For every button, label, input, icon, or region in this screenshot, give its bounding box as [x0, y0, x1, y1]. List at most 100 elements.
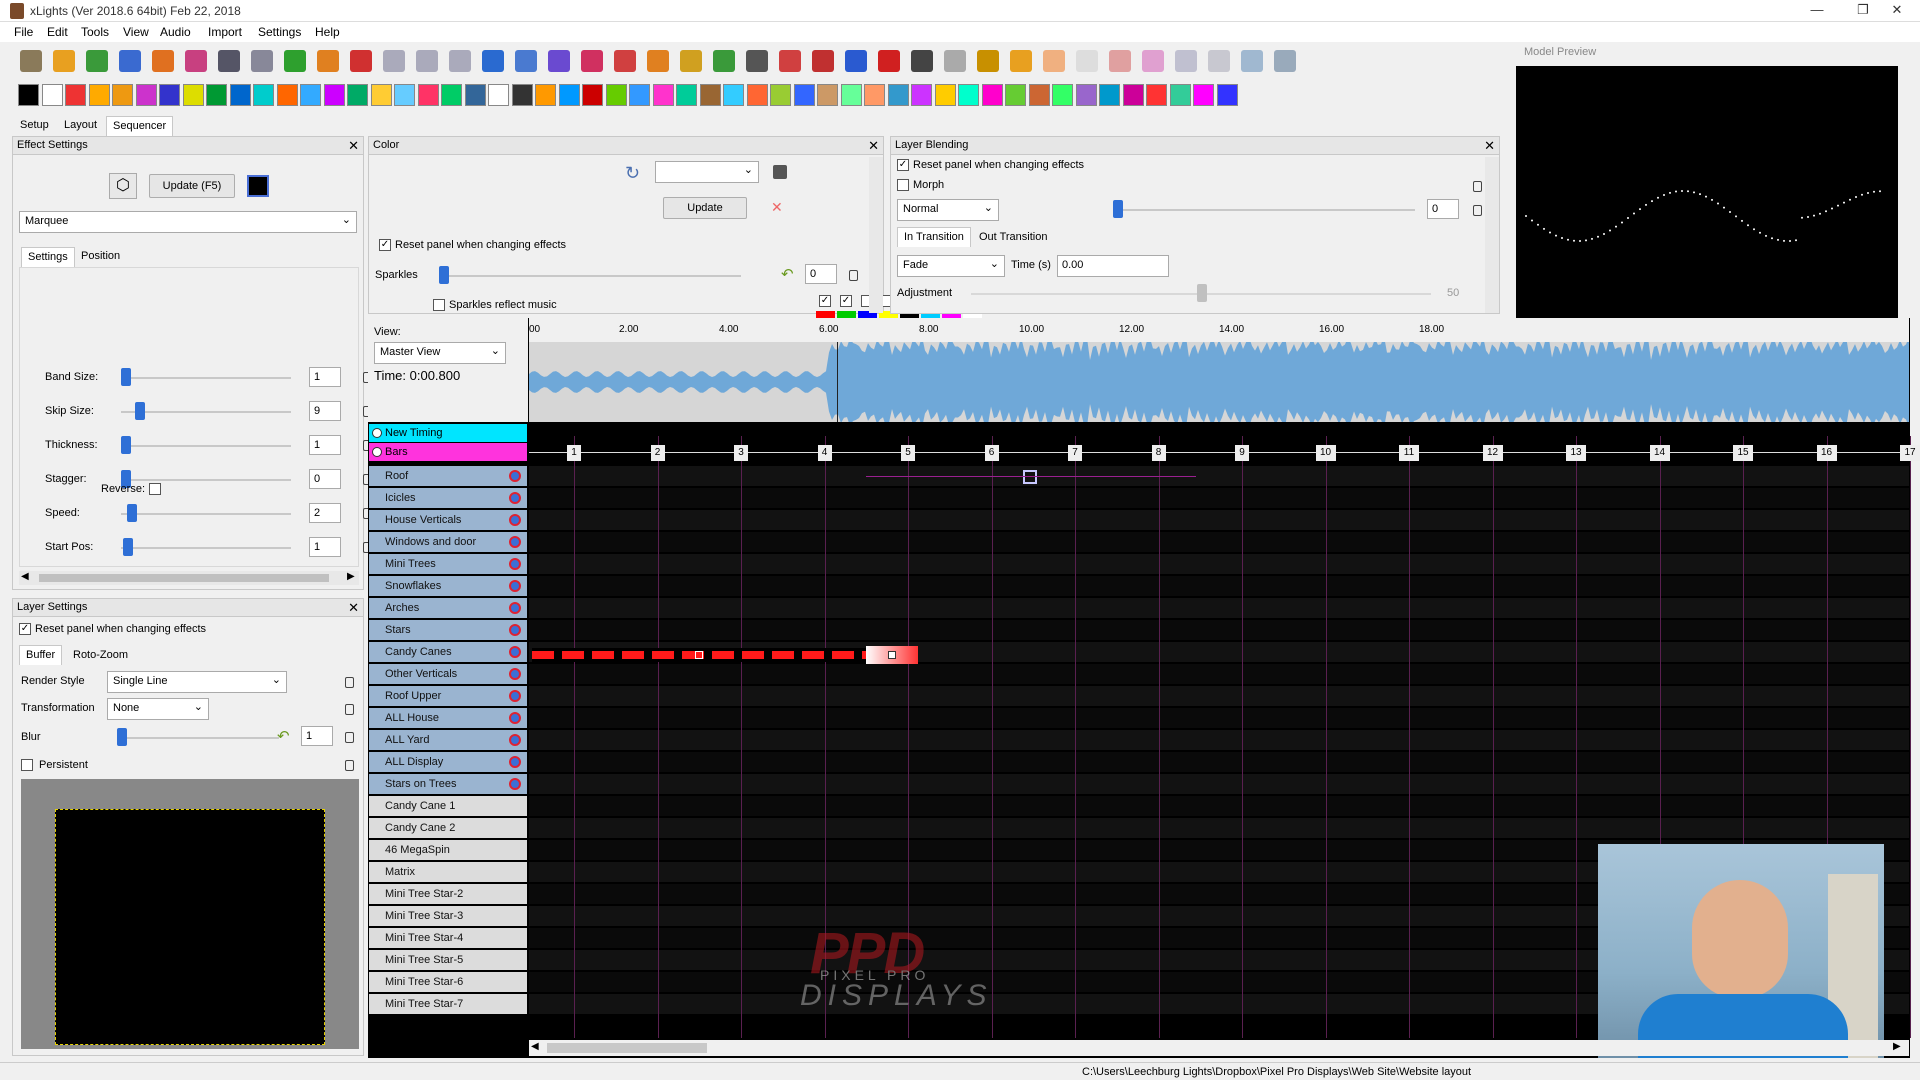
- effect-icon[interactable]: [864, 84, 885, 106]
- effect-icon[interactable]: [699, 84, 721, 106]
- effect-icon[interactable]: [1146, 84, 1167, 106]
- render-icon[interactable]: [509, 470, 521, 482]
- param-slider[interactable]: [121, 479, 291, 481]
- render-icon[interactable]: [509, 580, 521, 592]
- toolbar-button-icon[interactable]: [515, 50, 537, 72]
- render-icon[interactable]: [509, 602, 521, 614]
- blend-slider-thumb[interactable]: [1113, 200, 1123, 218]
- effect-icon[interactable]: [746, 84, 768, 106]
- scroll-right-icon[interactable]: ▶: [1893, 1041, 1901, 1052]
- toolbar-button-icon[interactable]: [53, 50, 75, 72]
- toolbar-button-icon[interactable]: [317, 50, 339, 72]
- model-row[interactable]: Mini Tree Star-4: [369, 928, 527, 948]
- model-row[interactable]: Arches: [369, 598, 527, 618]
- toolbar-button-icon[interactable]: [1241, 50, 1263, 72]
- toolbar-button-icon[interactable]: [911, 50, 933, 72]
- morph-checkbox[interactable]: [897, 179, 909, 191]
- effect-row[interactable]: [529, 818, 1909, 838]
- model-row[interactable]: 46 MegaSpin: [369, 840, 527, 860]
- param-slider[interactable]: [121, 513, 291, 515]
- undo-icon[interactable]: ↶: [781, 265, 794, 283]
- lock-icon[interactable]: [345, 760, 354, 771]
- param-value-field[interactable]: 1: [309, 367, 341, 387]
- param-slider-thumb[interactable]: [121, 368, 131, 386]
- toolbar-button-icon[interactable]: [779, 50, 801, 72]
- render-icon[interactable]: [509, 558, 521, 570]
- tab-setup[interactable]: Setup: [14, 116, 55, 136]
- effect-row[interactable]: [529, 466, 1909, 486]
- effect-icon[interactable]: [793, 84, 815, 106]
- toolbar-button-icon[interactable]: [1208, 50, 1230, 72]
- effect-icon[interactable]: [1216, 84, 1238, 106]
- toolbar-button-icon[interactable]: [581, 50, 603, 72]
- effect-icon[interactable]: [441, 84, 462, 106]
- adjustment-slider-thumb[interactable]: [1197, 284, 1207, 302]
- model-row[interactable]: ALL Display: [369, 752, 527, 772]
- param-slider-thumb[interactable]: [127, 504, 137, 522]
- effect-row[interactable]: [529, 620, 1909, 640]
- model-row[interactable]: Candy Canes: [369, 642, 527, 662]
- toolbar-button-icon[interactable]: [845, 50, 867, 72]
- tab-out-transition[interactable]: Out Transition: [973, 228, 1053, 248]
- toolbar-button-icon[interactable]: [977, 50, 999, 72]
- effect-icon[interactable]: [253, 84, 274, 106]
- model-row[interactable]: Roof Upper: [369, 686, 527, 706]
- toolbar-button-icon[interactable]: [548, 50, 570, 72]
- effect-icon[interactable]: [206, 84, 227, 106]
- effect-icon[interactable]: [582, 84, 603, 106]
- effect-icon[interactable]: [1052, 84, 1073, 106]
- save-icon[interactable]: [773, 165, 787, 179]
- buffer-preview-canvas[interactable]: [55, 809, 325, 1045]
- param-slider[interactable]: [121, 377, 291, 379]
- model-row[interactable]: Mini Tree Star-7: [369, 994, 527, 1014]
- render-icon[interactable]: [509, 690, 521, 702]
- effect-icon[interactable]: [1075, 84, 1097, 106]
- effect-icon[interactable]: [370, 84, 392, 106]
- effect-icon[interactable]: [347, 84, 368, 106]
- render-icon[interactable]: [509, 756, 521, 768]
- blending-reset-checkbox[interactable]: ✓: [897, 159, 909, 171]
- tab-settings[interactable]: Settings: [21, 247, 75, 267]
- tab-in-transition[interactable]: In Transition: [897, 227, 971, 247]
- view-select[interactable]: Master View: [374, 342, 506, 364]
- effect-row[interactable]: [529, 664, 1909, 684]
- toolbar-button-icon[interactable]: [812, 50, 834, 72]
- effect-row[interactable]: [529, 488, 1909, 508]
- effect-icon[interactable]: [276, 84, 298, 106]
- toolbar-button-icon[interactable]: [1175, 50, 1197, 72]
- blur-slider[interactable]: [119, 737, 279, 739]
- effect-icon[interactable]: [511, 84, 533, 106]
- waveform[interactable]: [529, 342, 1909, 422]
- palette-checkbox[interactable]: ✓: [819, 295, 831, 307]
- effect-row[interactable]: [529, 576, 1909, 596]
- effect-row[interactable]: [529, 598, 1909, 618]
- toolbar-button-icon[interactable]: [1142, 50, 1164, 72]
- vertical-scrollbar[interactable]: [869, 157, 883, 313]
- toolbar-button-icon[interactable]: [878, 50, 900, 72]
- effect-icon[interactable]: [135, 84, 157, 106]
- model-row[interactable]: ALL House: [369, 708, 527, 728]
- update-button[interactable]: Update (F5): [149, 174, 235, 198]
- effect-icon[interactable]: [18, 84, 39, 106]
- reset-panel-checkbox[interactable]: ✓: [19, 623, 31, 635]
- close-button[interactable]: ✕: [1874, 0, 1920, 22]
- effect-icon[interactable]: [629, 84, 650, 106]
- model-row[interactable]: Mini Trees: [369, 554, 527, 574]
- model-row[interactable]: Roof: [369, 466, 527, 486]
- timing-row-new[interactable]: New Timing: [369, 424, 527, 442]
- menu-help[interactable]: Help: [315, 25, 340, 39]
- effect-icon[interactable]: [417, 84, 439, 106]
- effect-icon[interactable]: [676, 84, 697, 106]
- effect-icon[interactable]: [1099, 84, 1120, 106]
- blur-value-field[interactable]: 1: [301, 726, 333, 746]
- buffer-preview[interactable]: [21, 779, 359, 1049]
- palette-checkbox[interactable]: ✓: [840, 295, 852, 307]
- effect-icon[interactable]: [394, 84, 415, 106]
- lock-icon[interactable]: [1473, 181, 1482, 192]
- delete-icon[interactable]: ✕: [771, 199, 783, 216]
- menu-edit[interactable]: Edit: [47, 25, 68, 39]
- model-row[interactable]: Windows and door: [369, 532, 527, 552]
- time-field[interactable]: 0.00: [1057, 255, 1169, 277]
- model-row[interactable]: Mini Tree Star-6: [369, 972, 527, 992]
- toolbar-button-icon[interactable]: [1043, 50, 1065, 72]
